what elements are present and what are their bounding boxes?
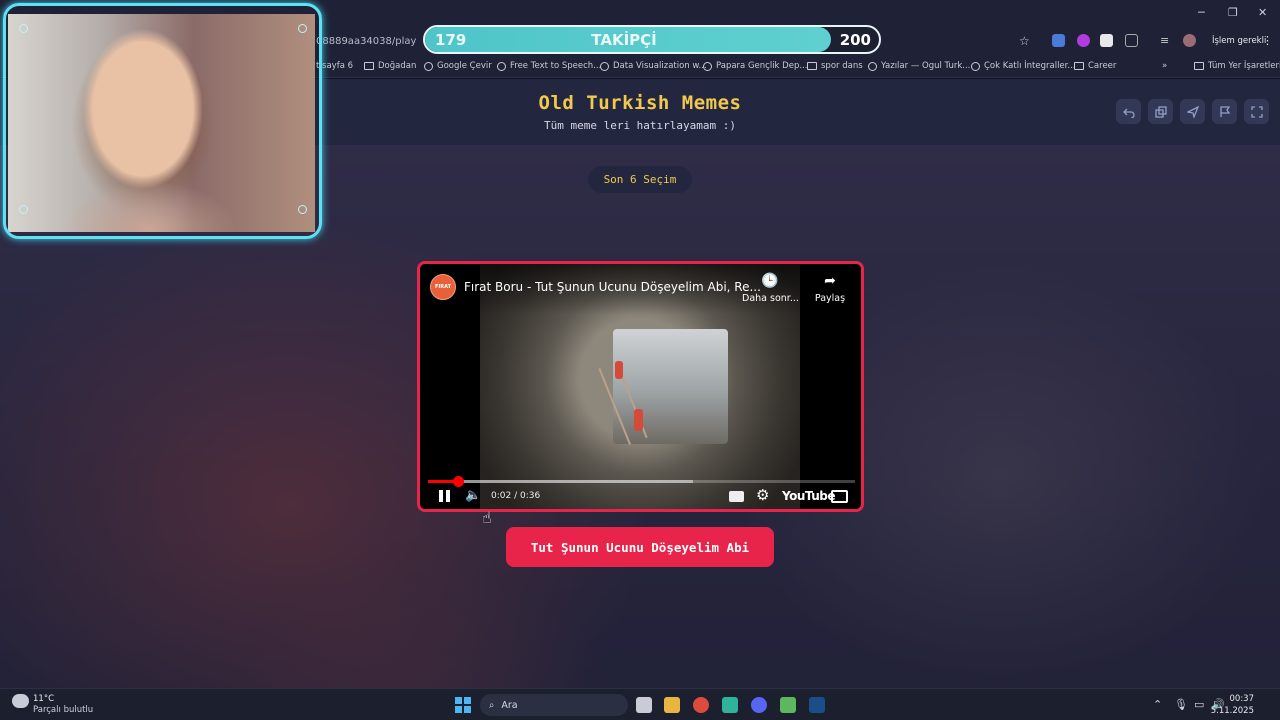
weather-description[interactable]: Parçalı bulutlu — [33, 705, 93, 715]
answer-choice-button[interactable]: Tut Şunun Ucunu Döşeyelim Abi — [506, 527, 774, 567]
follower-goal-bar: 179 TAKİPÇİ 200 — [423, 25, 881, 54]
settings-gear-icon[interactable]: ⚙ — [756, 486, 769, 504]
follower-label: TAKİPÇİ — [591, 31, 657, 49]
address-bar-url[interactable]: 08889aa34038/play — [316, 36, 416, 47]
cast-icon[interactable] — [831, 490, 848, 503]
volume-icon[interactable]: 🔈 — [465, 488, 481, 503]
flag-icon — [1219, 105, 1230, 117]
media-queue-icon[interactable]: ≡ — [1160, 34, 1173, 47]
weather-temperature[interactable]: 11°C — [33, 694, 54, 704]
video-title[interactable]: Fırat Boru - Tut Şunun Ucunu Döşeyelim A… — [464, 280, 761, 294]
discord-icon[interactable] — [751, 697, 767, 713]
progress-buffered — [428, 480, 693, 483]
tray-chevron-icon[interactable]: ⌃ — [1153, 698, 1162, 711]
copy-icon — [1154, 105, 1167, 118]
undo-icon — [1122, 108, 1135, 118]
video-worker — [615, 361, 623, 379]
app-icon[interactable] — [722, 697, 738, 713]
globe-icon — [971, 61, 980, 71]
progress-scrubber[interactable] — [452, 476, 464, 487]
mouse-cursor-icon: ☝ — [482, 508, 492, 527]
pause-icon — [439, 490, 443, 502]
steam-icon[interactable] — [809, 697, 825, 713]
bookmark-item[interactable]: Papara Gençlik Dep... — [703, 61, 807, 71]
globe-icon — [600, 61, 609, 71]
channel-avatar[interactable]: FIRAT — [430, 274, 456, 300]
extensions-puzzle-icon[interactable] — [1125, 34, 1138, 47]
bookmark-folder[interactable]: Career — [1074, 61, 1116, 71]
bookmark-folder[interactable]: Doğadan — [364, 61, 416, 71]
round-label: Son 6 Seçim — [588, 166, 692, 193]
translate-extension-icon[interactable] — [1052, 34, 1065, 47]
subtitles-icon[interactable] — [729, 491, 744, 502]
watch-later-button[interactable]: 🕒 Daha sonr... — [742, 273, 799, 304]
file-explorer-icon[interactable] — [664, 697, 680, 713]
video-worker — [634, 409, 643, 431]
share-button[interactable]: ➦ Paylaş — [812, 273, 848, 304]
bookmark-item[interactable]: Google Çevir — [424, 61, 492, 71]
frame-ornament — [19, 205, 28, 214]
watch-later-label: Daha sonr... — [742, 293, 799, 304]
extension-square-icon[interactable] — [1100, 34, 1113, 47]
webcam-frame — [3, 3, 322, 239]
folder-icon — [807, 62, 817, 70]
clock-icon: 🕒 — [761, 273, 779, 289]
frame-ornament — [298, 205, 307, 214]
folder-icon — [1194, 62, 1204, 70]
minimize-button[interactable]: ─ — [1198, 6, 1205, 19]
taskbar-search[interactable]: ⌕ Ara — [480, 694, 628, 716]
undo-button[interactable] — [1116, 99, 1141, 124]
more-bookmarks-button[interactable]: » — [1162, 61, 1167, 71]
folder-icon — [1074, 62, 1084, 70]
bookmark-star-icon[interactable]: ☆ — [1019, 34, 1032, 48]
windows-taskbar: 11°C Parçalı bulutlu ⌕ Ara ⌃ 🎙 ▭ 🔊 00:37… — [0, 688, 1280, 720]
send-icon — [1186, 105, 1199, 118]
search-placeholder: Ara — [501, 699, 518, 711]
send-button[interactable] — [1180, 99, 1205, 124]
copy-button[interactable] — [1148, 99, 1173, 124]
bookmark-folder[interactable]: spor dans — [807, 61, 863, 71]
frame-ornament — [298, 24, 307, 33]
bookmark-item[interactable]: Yazılar — Ogul Turk... — [868, 61, 970, 71]
menu-kebab-icon[interactable]: ⋮ — [1262, 34, 1273, 47]
search-icon: ⌕ — [489, 699, 495, 711]
share-arrow-icon: ➦ — [824, 273, 836, 289]
restore-button[interactable]: ❐ — [1228, 6, 1238, 19]
follower-goal-count: 200 — [839, 31, 871, 49]
globe-icon — [424, 61, 433, 71]
globe-icon — [868, 61, 877, 71]
weather-cloud-icon[interactable] — [12, 694, 29, 708]
frame-ornament — [19, 24, 28, 33]
bookmark-item[interactable]: Data Visualization w... — [600, 61, 707, 71]
youtube-logo[interactable]: YouTube — [782, 489, 836, 503]
fullscreen-button[interactable] — [1244, 99, 1269, 124]
globe-icon — [497, 61, 506, 71]
pause-button[interactable] — [438, 490, 452, 502]
video-progress-bar[interactable] — [428, 476, 855, 487]
close-button[interactable]: ✕ — [1258, 6, 1267, 19]
extension-r-icon[interactable] — [1077, 34, 1090, 47]
globe-icon — [703, 61, 712, 71]
action-required-label[interactable]: İşlem gerekli — [1212, 36, 1266, 46]
bookmark-item[interactable]: Free Text to Speech... — [497, 61, 601, 71]
video-player[interactable]: FIRAT Fırat Boru - Tut Şunun Ucunu Döşey… — [417, 261, 864, 512]
app-icon[interactable] — [780, 697, 796, 713]
fullscreen-icon — [1250, 105, 1263, 118]
network-icon[interactable]: ▭ — [1194, 698, 1204, 711]
start-button[interactable] — [455, 697, 471, 713]
profile-avatar[interactable] — [1183, 34, 1196, 47]
share-label: Paylaş — [814, 293, 846, 304]
clock-date[interactable]: 5.11.2025 — [1211, 706, 1254, 716]
bookmark-item[interactable]: Çok Katlı İntegraller... — [971, 61, 1075, 71]
video-time: 0:02 / 0:36 — [491, 491, 541, 501]
clock-time[interactable]: 00:37 — [1230, 694, 1255, 704]
flag-button[interactable] — [1212, 99, 1237, 124]
chrome-icon[interactable] — [693, 697, 709, 713]
microphone-icon[interactable]: 🎙 — [1174, 698, 1188, 711]
webcam-overlay — [0, 0, 325, 242]
all-bookmarks-folder[interactable]: Tüm Yer İşaretleri — [1194, 61, 1280, 71]
task-view-icon[interactable] — [636, 697, 652, 713]
folder-icon — [364, 62, 374, 70]
